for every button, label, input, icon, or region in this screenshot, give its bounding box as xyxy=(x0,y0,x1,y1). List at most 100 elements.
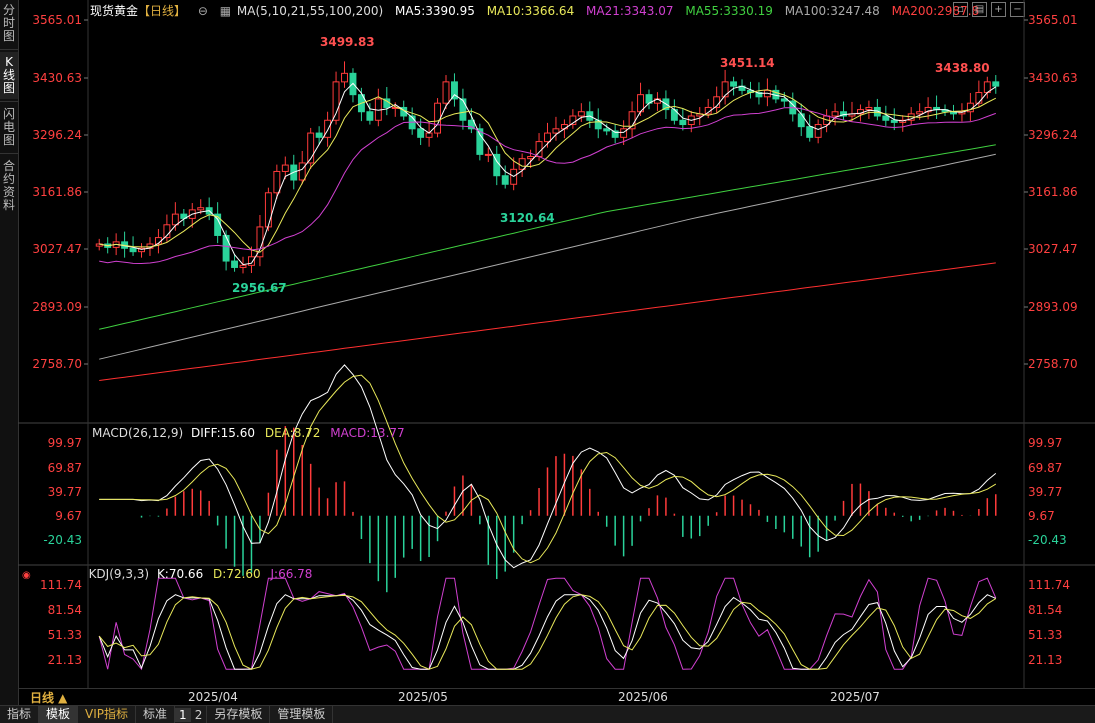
candle-up xyxy=(916,111,924,115)
kdj-tick-label: 81.54 xyxy=(48,603,82,617)
macd-tick-label: 39.77 xyxy=(1028,485,1062,499)
candle-down xyxy=(129,247,137,253)
date-label: 2025/05 xyxy=(398,690,448,704)
price-tick-label: 2758.70 xyxy=(1028,357,1078,371)
candle-up xyxy=(171,213,179,226)
tab-vip-indicators[interactable]: VIP指标 xyxy=(78,706,137,723)
kdj-j-line xyxy=(98,577,997,671)
macd-tick-label: -20.43 xyxy=(43,533,82,547)
candle-up xyxy=(298,162,306,181)
macd-pane xyxy=(99,364,997,593)
kdj-tick-label: 51.33 xyxy=(48,628,82,642)
date-axis: 2025/04 2025/05 2025/06 2025/07 xyxy=(18,688,1095,706)
annotation-high: 3451.14 xyxy=(720,56,775,70)
price-tick-label: 2893.09 xyxy=(32,300,82,314)
tab-templates[interactable]: 模板 xyxy=(39,706,79,723)
bottom-toolbar: 指标 模板 VIP指标 标准 1 2 另存模板 管理模板 xyxy=(0,705,1095,723)
candle-up xyxy=(273,170,281,194)
macd-value: MACD:13.77 xyxy=(330,426,405,440)
candle-up xyxy=(434,102,442,134)
kdj-label: KDJ(9,3,3) xyxy=(88,567,150,581)
kline-chart[interactable]: 3499.83 3451.14 3438.80 2956.67 3120.64 3565… xyxy=(0,0,1095,688)
kdj-d-line xyxy=(98,594,997,670)
candle-down xyxy=(603,128,611,132)
price-tick-label: 3430.63 xyxy=(1028,71,1078,85)
save-template-button[interactable]: 另存模板 xyxy=(206,706,271,723)
macd-diff: DIFF:15.60 xyxy=(190,426,256,440)
macd-diff-line xyxy=(99,364,997,569)
tab-indicators[interactable]: 指标 xyxy=(0,706,40,723)
kdj-tick-label: 21.13 xyxy=(48,653,82,667)
kdj-d: D:72.60 xyxy=(213,567,261,581)
period-button[interactable]: 日线 ▲ xyxy=(30,689,67,706)
candle-down xyxy=(730,81,738,87)
macd-label: MACD(26,12,9) xyxy=(92,426,184,440)
kdj-k-line xyxy=(98,594,996,670)
date-label: 2025/04 xyxy=(188,690,238,704)
candle-up xyxy=(341,72,348,83)
candle-down xyxy=(231,260,239,268)
kdj-tick-label: 51.33 xyxy=(1028,628,1062,642)
candle-down xyxy=(992,81,1000,87)
candle-up xyxy=(560,124,568,130)
kdj-k: K:70.66 xyxy=(156,567,204,581)
ma55-line xyxy=(99,144,996,330)
page-1-button[interactable]: 1 xyxy=(175,707,191,722)
candle-up xyxy=(239,264,247,268)
annotation-low: 3120.64 xyxy=(500,211,555,225)
price-tick-label: 3161.86 xyxy=(1028,185,1078,199)
manage-templates-button[interactable]: 管理模板 xyxy=(270,706,334,723)
candle-down xyxy=(417,128,425,138)
candle-down xyxy=(222,234,230,262)
tab-standard[interactable]: 标准 xyxy=(136,706,176,723)
macd-tick-label: 9.67 xyxy=(1028,509,1055,523)
price-tick-label: 3296.24 xyxy=(32,128,82,142)
candle-up xyxy=(831,111,839,117)
candle-down xyxy=(501,175,509,185)
annotation-high: 3438.80 xyxy=(935,61,990,75)
price-tick-label: 3430.63 xyxy=(32,71,82,85)
candle-up xyxy=(332,81,340,121)
kdj-tick-label: 21.13 xyxy=(1028,653,1062,667)
price-pane: 3499.83 3451.14 3438.80 2956.67 3120.64 xyxy=(95,35,1000,381)
kdj-header: ◉ KDJ(9,3,3) K:70.66 D:72.60 J:66.78 xyxy=(22,567,312,581)
candle-up xyxy=(281,164,289,172)
price-tick-label: 3161.86 xyxy=(32,185,82,199)
price-tick-label: 2758.70 xyxy=(32,357,82,371)
candle-up xyxy=(814,124,822,138)
kdj-j: J:66.78 xyxy=(270,567,313,581)
macd-tick-label: -20.43 xyxy=(1028,533,1067,547)
settings-icon[interactable]: ◉ xyxy=(22,570,31,581)
page-2-button[interactable]: 2 xyxy=(191,708,207,722)
price-tick-label: 3027.47 xyxy=(1028,242,1078,256)
candle-up xyxy=(425,132,433,138)
kdj-tick-label: 111.74 xyxy=(1028,578,1070,592)
macd-tick-label: 69.87 xyxy=(1028,461,1062,475)
macd-tick-label: 9.67 xyxy=(55,509,82,523)
annotation-high: 3499.83 xyxy=(320,35,375,49)
macd-tick-label: 99.97 xyxy=(1028,436,1062,450)
candle-up xyxy=(721,81,729,98)
candle-down xyxy=(366,111,374,121)
kdj-pane xyxy=(98,577,997,671)
price-tick-label: 3565.01 xyxy=(1028,13,1078,27)
macd-tick-label: 39.77 xyxy=(48,485,82,499)
macd-header: MACD(26,12,9) DIFF:15.60 DEA:8.72 MACD:1… xyxy=(92,426,405,440)
candle-up xyxy=(484,153,492,156)
candle-down xyxy=(679,119,687,126)
candle-up xyxy=(197,207,205,211)
candle-up xyxy=(975,92,983,104)
candle-down xyxy=(882,115,890,121)
candle-up xyxy=(527,156,535,160)
candle-up xyxy=(544,132,551,143)
macd-dea: DEA:8.72 xyxy=(264,426,321,440)
candle-down xyxy=(797,113,805,128)
candle-up xyxy=(264,192,272,228)
ma100-line xyxy=(99,153,996,360)
macd-tick-label: 99.97 xyxy=(48,436,82,450)
candle-down xyxy=(806,126,814,138)
candle-down xyxy=(890,119,898,123)
kdj-tick-label: 81.54 xyxy=(1028,603,1062,617)
candle-down xyxy=(459,98,467,121)
candle-up xyxy=(865,106,873,111)
